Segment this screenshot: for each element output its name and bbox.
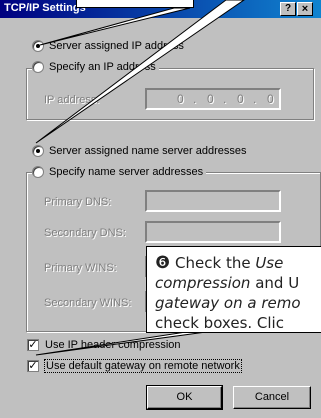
ip-octet-2: 0 xyxy=(207,92,214,106)
checkbox-default-gateway[interactable]: ✓ Use default gateway on remote network xyxy=(27,359,242,373)
callout-text: check boxes. Clic xyxy=(155,314,284,332)
callout-text: gateway on a remo xyxy=(155,294,301,312)
radio-label: Server assigned IP address xyxy=(49,40,184,52)
annotation-callout: ❻ Check the Use compression and U gatewa… xyxy=(146,246,321,333)
radio-button-icon xyxy=(32,145,44,157)
ip-octet-1: 0 xyxy=(177,92,184,106)
ip-address-label: IP address: xyxy=(44,94,100,106)
callout-text: compression xyxy=(155,274,251,292)
annotation-card-top xyxy=(76,0,194,8)
help-button[interactable]: ? xyxy=(280,2,296,16)
callout-text: Use xyxy=(255,254,284,272)
cancel-button[interactable]: Cancel xyxy=(233,386,311,409)
radio-label: Server assigned name server addresses xyxy=(49,145,247,157)
radio-button-icon xyxy=(32,166,44,178)
secondary-dns-input[interactable] xyxy=(145,221,281,243)
step-number-icon: ❻ xyxy=(155,253,171,273)
ip-octet-3: 0 xyxy=(237,92,244,106)
primary-dns-input[interactable] xyxy=(145,190,281,212)
callout-text: Check the xyxy=(175,254,256,272)
checkbox-checked-icon: ✓ xyxy=(27,339,39,351)
checkbox-label: Use IP header compression xyxy=(45,339,181,351)
radio-server-assigned-dns[interactable]: Server assigned name server addresses xyxy=(32,145,250,157)
ip-dot: . xyxy=(253,92,257,106)
ok-button[interactable]: OK xyxy=(146,385,223,410)
radio-button-icon xyxy=(32,61,44,73)
radio-specify-dns[interactable]: Specify name server addresses xyxy=(32,166,207,178)
primary-dns-label: Primary DNS: xyxy=(44,196,112,208)
callout-text: and U xyxy=(250,274,300,292)
radio-specify-ip[interactable]: Specify an IP address xyxy=(32,61,159,73)
radio-label: Specify an IP address xyxy=(49,61,156,73)
ip-dot: . xyxy=(223,92,227,106)
primary-wins-label: Primary WINS: xyxy=(44,262,117,274)
ip-address-input[interactable]: 0 . 0 . 0 . 0 xyxy=(145,88,281,110)
ip-dot: . xyxy=(193,92,197,106)
secondary-dns-label: Secondary DNS: xyxy=(44,227,126,239)
checkbox-checked-icon: ✓ xyxy=(27,360,39,372)
close-button[interactable]: × xyxy=(297,2,313,16)
window-title: TCP/IP Settings xyxy=(4,2,86,14)
secondary-wins-label: Secondary WINS: xyxy=(44,297,132,309)
radio-label: Specify name server addresses xyxy=(49,166,204,178)
checkbox-label: Use default gateway on remote network xyxy=(44,359,242,373)
checkbox-ip-header-compression[interactable]: ✓ Use IP header compression xyxy=(27,339,181,351)
radio-button-icon xyxy=(32,40,44,52)
ip-octet-4: 0 xyxy=(267,92,274,106)
radio-server-assigned-ip[interactable]: Server assigned IP address xyxy=(32,40,187,52)
